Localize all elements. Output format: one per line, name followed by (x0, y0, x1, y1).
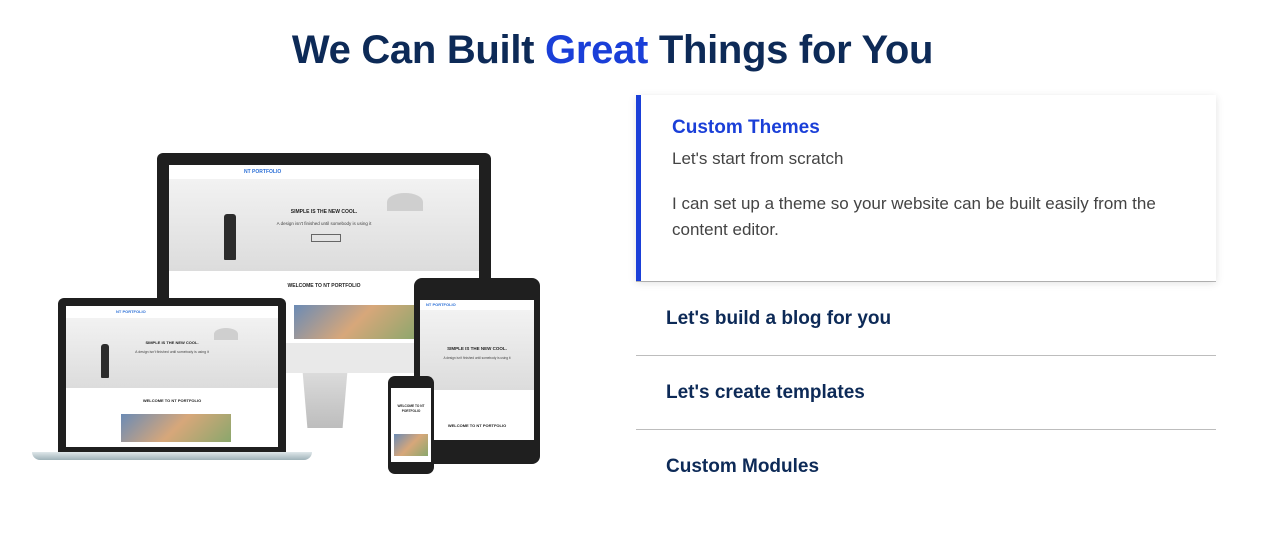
heading-part-1: We Can Built (291, 28, 546, 72)
accordion-item-label: Let's create templates (666, 381, 865, 403)
desktop-hero-sub: A design isn't finished until somebody i… (276, 221, 372, 226)
section-heading: We Can Built Great Things for You (0, 28, 1225, 73)
phone-team-photo (394, 434, 428, 456)
laptop: NT PORTFOLIO SIMPLE IS THE NEW COOL. A d… (58, 298, 286, 453)
accordion-item-custom-modules[interactable]: Custom Modules (636, 429, 1216, 503)
desktop-hero-title: SIMPLE IS THE NEW COOL. (290, 209, 358, 215)
accordion-title-custom-themes[interactable]: Custom Themes (672, 117, 1186, 139)
laptop-screen: NT PORTFOLIO SIMPLE IS THE NEW COOL. A d… (66, 306, 278, 447)
laptop-hero: SIMPLE IS THE NEW COOL. A design isn't f… (66, 318, 278, 388)
services-accordion: Custom Themes Let's start from scratch I… (636, 95, 1216, 503)
lamp-icon (214, 328, 238, 340)
accordion-panel-custom-themes[interactable]: Custom Themes Let's start from scratch I… (636, 95, 1216, 281)
tablet-welcome: WELCOME TO NT PORTFOLIO (447, 423, 507, 428)
accordion-item-templates[interactable]: Let's create templates (636, 355, 1216, 429)
tablet-hero-sub: A design isn't finished until somebody i… (443, 356, 511, 360)
laptop-hero-sub: A design isn't finished until somebody i… (135, 350, 209, 354)
desktop-team-photo (294, 305, 419, 339)
laptop-team-photo (121, 414, 231, 442)
heading-part-2: Things for You (648, 28, 934, 72)
desktop-logo: NT PORTFOLIO (244, 169, 282, 175)
desktop-hero-button (311, 234, 341, 242)
desktop-hero: SIMPLE IS THE NEW COOL. A design isn't f… (169, 179, 479, 271)
accordion-body-text: I can set up a theme so your website can… (672, 194, 1156, 239)
accordion-subtitle: Let's start from scratch (672, 149, 844, 168)
accordion-item-blog[interactable]: Let's build a blog for you (636, 281, 1216, 355)
accordion-item-label: Let's build a blog for you (666, 307, 892, 329)
phone-welcome: WELCOME TO NT PORTFOLIO (397, 404, 425, 413)
tablet-hero-title: SIMPLE IS THE NEW COOL. (447, 346, 507, 351)
laptop-hero-title: SIMPLE IS THE NEW COOL. (145, 340, 199, 345)
tablet-hero: SIMPLE IS THE NEW COOL. A design isn't f… (420, 310, 534, 390)
responsive-devices-illustration: NT PORTFOLIO SIMPLE IS THE NEW COOL. A d… (30, 150, 545, 480)
tablet-screen: NT PORTFOLIO SIMPLE IS THE NEW COOL. A d… (420, 300, 534, 440)
laptop-base (32, 452, 312, 460)
accordion-item-label: Custom Modules (666, 455, 820, 477)
laptop-logo: NT PORTFOLIO (116, 309, 146, 314)
tablet-logo: NT PORTFOLIO (426, 302, 456, 307)
phone: WELCOME TO NT PORTFOLIO (388, 376, 434, 474)
phone-screen: WELCOME TO NT PORTFOLIO (391, 388, 431, 462)
heading-accent: Great (545, 28, 649, 72)
laptop-welcome: WELCOME TO NT PORTFOLIO (142, 398, 202, 403)
